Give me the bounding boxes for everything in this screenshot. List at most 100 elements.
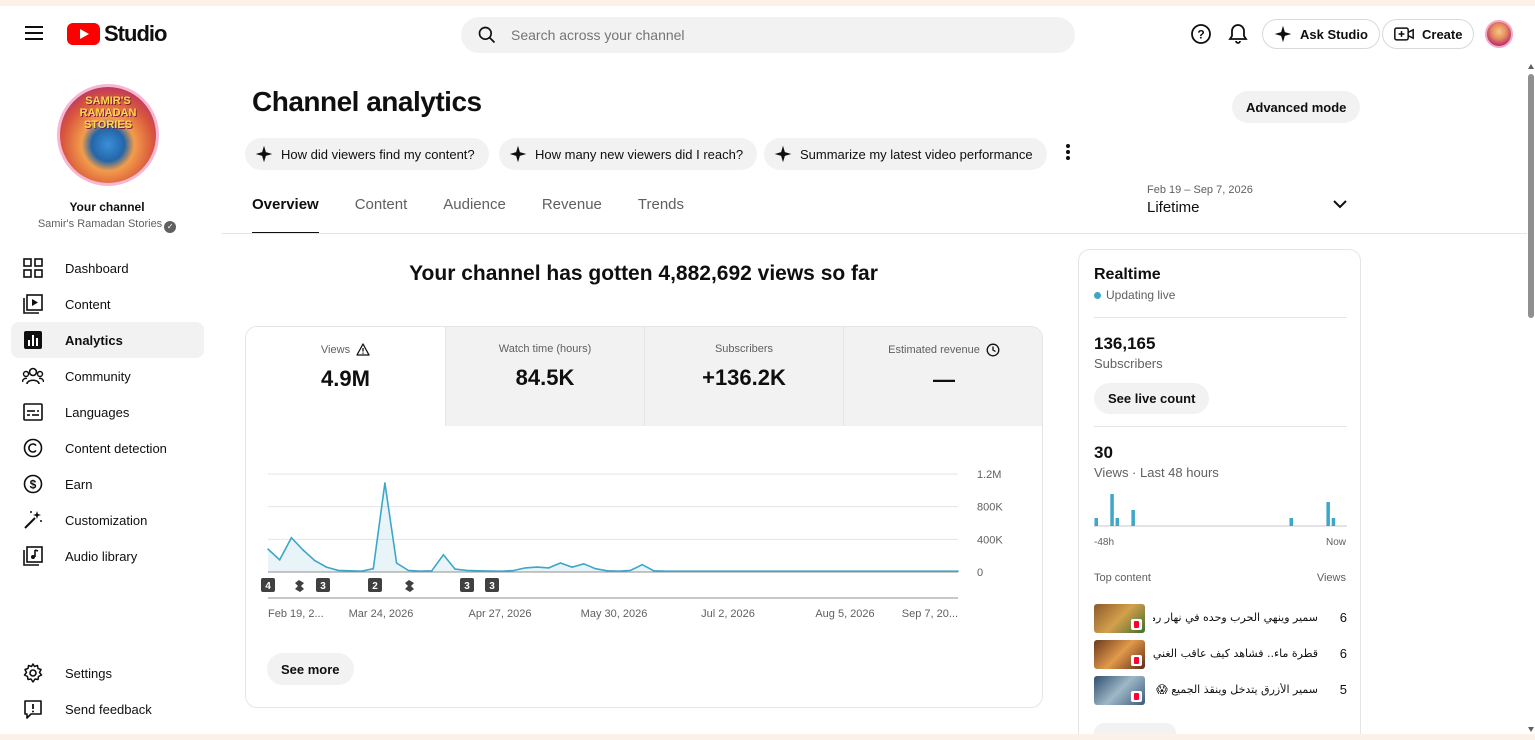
tab-audience[interactable]: Audience: [443, 196, 506, 234]
data-point: [863, 570, 866, 572]
ask-studio-label: Ask Studio: [1300, 26, 1368, 42]
ask-chip-new-viewers[interactable]: How many new viewers did I reach?: [499, 138, 758, 170]
views-chart[interactable]: 1.2M 800K 400K 0 4 3 2 3 3 Feb 19, 2... Mar 24, 20…: [246, 426, 1043, 626]
sidebar-item-send-feedback[interactable]: Send feedback: [11, 691, 204, 727]
ask-studio-button[interactable]: Ask Studio: [1262, 19, 1380, 49]
sidebar-item-customization[interactable]: Customization: [11, 502, 204, 538]
sidebar: SAMIR'S RAMADAN STORIES Your channel Sam…: [0, 62, 222, 734]
feedback-icon: [22, 698, 44, 720]
menu-icon[interactable]: [22, 22, 46, 46]
ask-chip-viewers-find[interactable]: How did viewers find my content?: [245, 138, 489, 170]
search-icon: [478, 26, 496, 44]
sidebar-item-earn[interactable]: $ Earn: [11, 466, 204, 502]
data-point: [477, 569, 480, 572]
marker-label: 4: [265, 581, 271, 592]
sidebar-item-label: Community: [65, 368, 131, 384]
shorts-marker[interactable]: [405, 580, 414, 592]
tab-trends[interactable]: Trends: [638, 196, 684, 234]
sidebar-item-languages[interactable]: Languages: [11, 394, 204, 430]
tab-overview[interactable]: Overview: [252, 196, 319, 234]
see-live-count-button[interactable]: See live count: [1094, 383, 1210, 414]
data-point: [746, 570, 749, 572]
chip-label: How did viewers find my content?: [281, 146, 475, 162]
data-point: [559, 562, 562, 564]
divider: [1094, 426, 1347, 427]
sidebar-item-settings[interactable]: Settings: [11, 655, 204, 691]
dollar-icon: $: [22, 473, 44, 495]
tab-content[interactable]: Content: [355, 196, 408, 234]
sidebar-item-community[interactable]: Community: [11, 358, 204, 394]
create-button[interactable]: Create: [1382, 19, 1475, 49]
sidebar-item-analytics[interactable]: Analytics: [11, 322, 204, 358]
warning-icon: [356, 343, 370, 356]
sidebar-item-content[interactable]: Content: [11, 286, 204, 322]
help-icon[interactable]: ?: [1189, 22, 1213, 46]
scroll-down-icon[interactable]: [1528, 727, 1534, 732]
notifications-bell-icon[interactable]: [1226, 22, 1250, 46]
metric-estimated-revenue[interactable]: Estimated revenue —: [843, 327, 1042, 426]
upload-count-marker[interactable]: 3: [485, 578, 499, 592]
see-more-button[interactable]: See more: [267, 653, 354, 685]
upload-count-marker[interactable]: 3: [316, 578, 330, 592]
metric-watch-time[interactable]: Watch time (hours) 84.5K: [445, 327, 644, 426]
metric-value: +136.2K: [702, 365, 786, 390]
y-tick-label: 0: [977, 567, 983, 579]
languages-icon: [22, 401, 44, 423]
sidebar-item-label: Customization: [65, 512, 148, 528]
metric-views[interactable]: Views 4.9M: [246, 327, 445, 426]
data-point: [594, 567, 597, 570]
search-bar[interactable]: [461, 17, 1075, 53]
ask-chip-summarize-video[interactable]: Summarize my latest video performance: [764, 138, 1047, 170]
channel-name-text: Samir's Ramadan Stories: [37, 218, 163, 230]
sidebar-item-audio-library[interactable]: Audio library: [11, 538, 204, 574]
video-views: 5: [1339, 682, 1347, 697]
data-point: [688, 570, 690, 572]
views-line: [267, 482, 958, 573]
data-point: [547, 567, 550, 569]
advanced-mode-button[interactable]: Advanced mode: [1232, 91, 1361, 123]
scroll-up-icon[interactable]: [1528, 64, 1534, 69]
page-scrollbar[interactable]: [1527, 62, 1535, 734]
scrollbar-thumb[interactable]: [1528, 74, 1534, 318]
data-point: [629, 569, 632, 572]
tab-revenue[interactable]: Revenue: [542, 196, 602, 234]
account-avatar[interactable]: [1485, 20, 1513, 48]
top-content-row[interactable]: قطرة ماء.. فشاهد كيف عاقب الغني المتكبر …: [1094, 640, 1347, 670]
top-content-row[interactable]: سمير الأزرق يتدخل وينقذ الجميع 😱 ... 5: [1094, 676, 1347, 706]
data-point: [676, 570, 679, 572]
date-range-picker[interactable]: Feb 19 – Sep 7, 2026 Lifetime: [1147, 184, 1253, 216]
upload-count-marker[interactable]: 3: [460, 578, 474, 592]
sidebar-item-dashboard[interactable]: Dashboard: [11, 250, 204, 286]
sidebar-item-content-detection[interactable]: Content detection: [11, 430, 204, 466]
data-point: [957, 570, 959, 572]
data-point: [442, 554, 445, 556]
chevron-down-icon[interactable]: [1330, 194, 1350, 214]
data-point: [723, 570, 725, 572]
shorts-icon: [295, 580, 304, 592]
channel-avatar-logo-text: SAMIR'S RAMADAN STORIES: [79, 95, 137, 131]
shorts-marker[interactable]: [295, 580, 304, 592]
data-point: [933, 570, 936, 572]
realtime-bar: [1289, 518, 1293, 526]
more-options-icon[interactable]: [1060, 142, 1076, 164]
data-point: [395, 562, 398, 564]
search-input[interactable]: [511, 27, 1031, 43]
channel-name[interactable]: Samir's Ramadan Stories ✓: [0, 218, 214, 233]
metric-subscribers[interactable]: Subscribers +136.2K: [644, 327, 843, 426]
data-point: [267, 548, 269, 550]
y-tick-label: 400K: [977, 534, 1003, 546]
data-point: [840, 570, 842, 572]
data-point: [325, 566, 328, 568]
top-content-row[interactable]: سمير وينهي الحرب وحده في نهار رمضان 6: [1094, 604, 1347, 634]
realtime-views-bar-chart[interactable]: [1094, 490, 1347, 530]
y-tick-label: 800K: [977, 502, 1003, 514]
realtime-status-text: Updating live: [1106, 288, 1176, 302]
upload-count-marker[interactable]: 4: [261, 578, 275, 592]
metric-value: 4.9M: [321, 366, 370, 391]
upload-count-marker[interactable]: 2: [368, 578, 382, 592]
marker-label: 2: [372, 581, 378, 592]
data-point: [512, 569, 515, 572]
youtube-studio-logo[interactable]: Studio: [67, 21, 167, 47]
realtime-bar: [1110, 494, 1114, 526]
channel-avatar[interactable]: SAMIR'S RAMADAN STORIES: [57, 84, 159, 186]
